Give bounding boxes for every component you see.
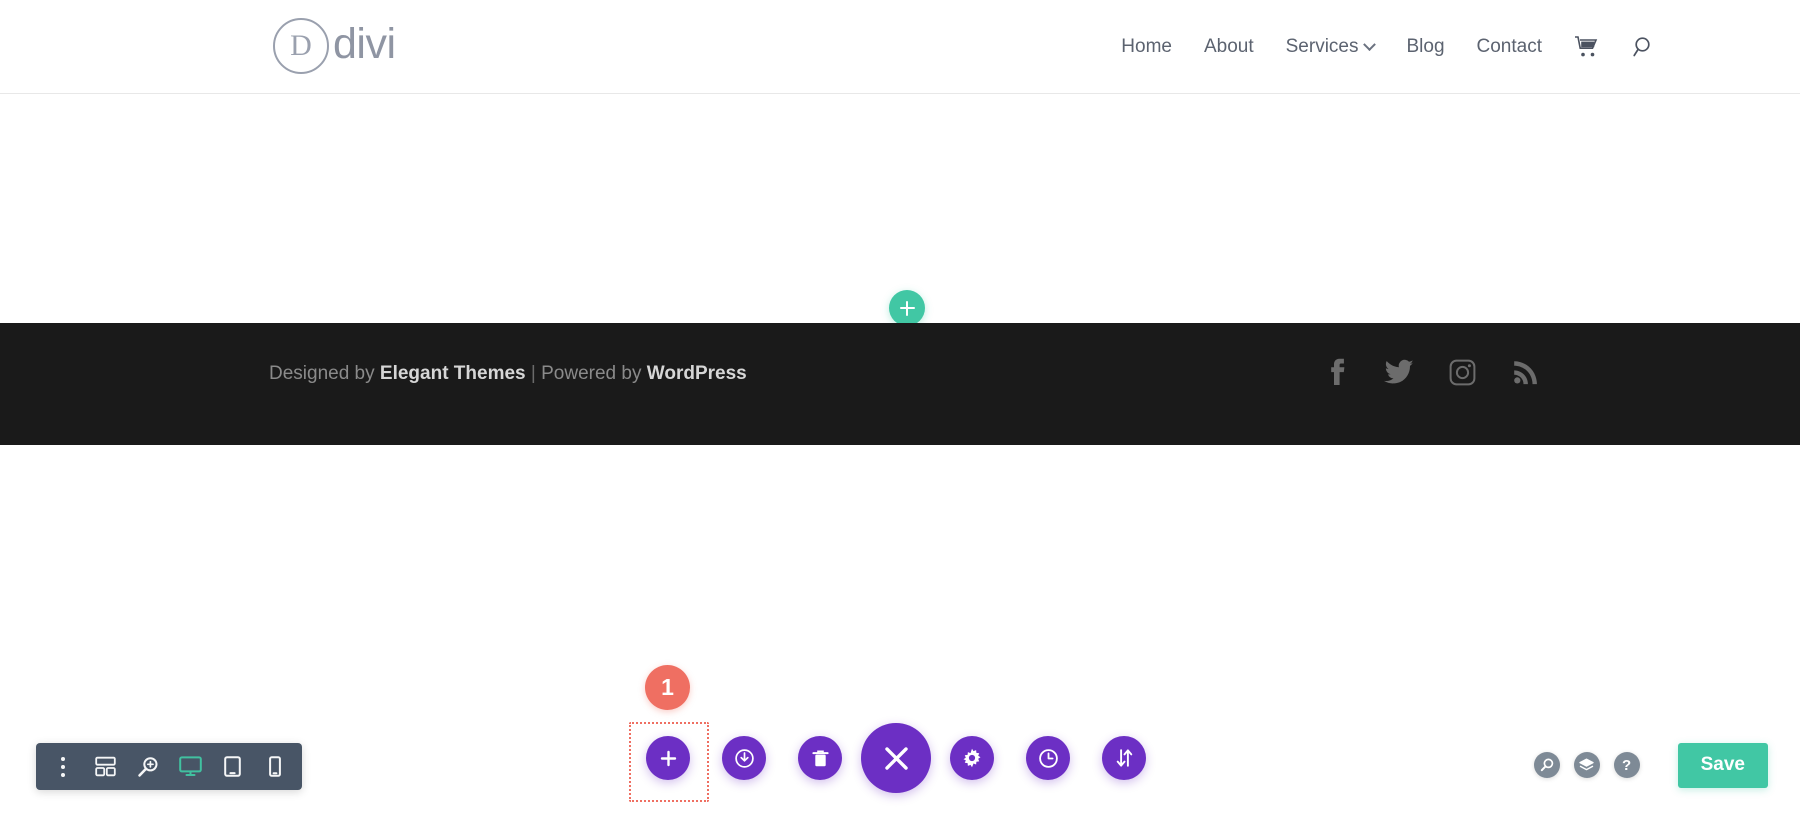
tablet-view-icon[interactable]	[215, 750, 249, 784]
twitter-icon[interactable]	[1384, 356, 1414, 388]
cart-icon[interactable]	[1558, 35, 1616, 59]
vb-slot-portability	[1086, 736, 1162, 780]
nav-item-blog[interactable]: Blog	[1390, 36, 1460, 58]
nav-item-home[interactable]: Home	[1105, 36, 1188, 58]
canvas-add-section-button[interactable]	[889, 290, 925, 326]
nav-label: Home	[1121, 36, 1172, 57]
help-icon[interactable]: ?	[1613, 752, 1640, 779]
canvas-top-area	[0, 95, 1800, 326]
vb-slot-add-section	[630, 736, 706, 780]
history-button[interactable]	[1026, 736, 1070, 780]
save-button[interactable]: Save	[1677, 743, 1768, 788]
footer-credit-middle: Powered by	[541, 363, 647, 384]
site-footer: Designed by Elegant Themes | Powered by …	[0, 323, 1800, 445]
chevron-down-icon	[1363, 37, 1377, 51]
desktop-view-icon[interactable]	[173, 750, 207, 784]
clear-layout-button[interactable]	[798, 736, 842, 780]
footer-credit-prefix: Designed by	[269, 363, 380, 384]
visual-builder-page: D divi Home About Services Blog Contact	[0, 0, 1800, 815]
footer-social-links	[1321, 356, 1540, 388]
rss-icon[interactable]	[1510, 356, 1540, 388]
nav-item-services[interactable]: Services	[1270, 36, 1391, 58]
divi-logo-icon: D	[273, 18, 329, 74]
vb-view-mode-toolbar	[36, 743, 302, 790]
layers-icon[interactable]	[1573, 752, 1600, 779]
vb-slot-history	[1010, 736, 1086, 780]
phone-view-icon[interactable]	[258, 750, 292, 784]
preview-zoom-icon[interactable]	[1533, 752, 1560, 779]
logo-text: divi	[333, 20, 396, 68]
nav-item-about[interactable]: About	[1188, 36, 1270, 58]
nav-label: Services	[1285, 36, 1359, 57]
settings-button[interactable]	[950, 736, 994, 780]
wireframe-view-icon[interactable]	[88, 750, 122, 784]
site-header: D divi Home About Services Blog Contact	[0, 0, 1800, 94]
facebook-icon[interactable]	[1321, 356, 1351, 388]
vb-slot-close-builder	[858, 723, 934, 793]
vb-slot-clear-layout	[782, 736, 858, 780]
nav-label: Contact	[1476, 36, 1542, 57]
vb-slot-page-settings	[706, 736, 782, 780]
portability-button[interactable]	[1102, 736, 1146, 780]
instagram-icon[interactable]	[1447, 356, 1477, 388]
vb-main-toolbar	[630, 723, 1162, 793]
footer-credit: Designed by Elegant Themes | Powered by …	[269, 363, 747, 385]
vb-right-controls: ? Save	[1533, 743, 1768, 788]
search-icon[interactable]	[1616, 35, 1672, 59]
zoom-out-view-icon[interactable]	[131, 750, 165, 784]
footer-credit-separator: |	[525, 363, 542, 384]
footer-credit-brand-elegant-themes[interactable]: Elegant Themes	[380, 363, 526, 384]
plus-icon-vertical	[905, 300, 909, 316]
nav-label: Blog	[1406, 36, 1445, 57]
nav-item-contact[interactable]: Contact	[1461, 36, 1558, 58]
more-options-icon[interactable]	[46, 750, 80, 784]
close-builder-button[interactable]	[861, 723, 931, 793]
footer-credit-brand-wordpress[interactable]: WordPress	[647, 363, 747, 384]
page-settings-button[interactable]	[722, 736, 766, 780]
step-badge: 1	[645, 665, 690, 710]
nav-label: About	[1203, 36, 1254, 57]
add-section-button[interactable]	[646, 736, 690, 780]
main-navigation: Home About Services Blog Contact	[1105, 0, 1672, 94]
site-logo[interactable]: D divi	[273, 18, 396, 74]
vb-slot-settings	[934, 736, 1010, 780]
dots-vertical-glyph	[61, 756, 66, 777]
